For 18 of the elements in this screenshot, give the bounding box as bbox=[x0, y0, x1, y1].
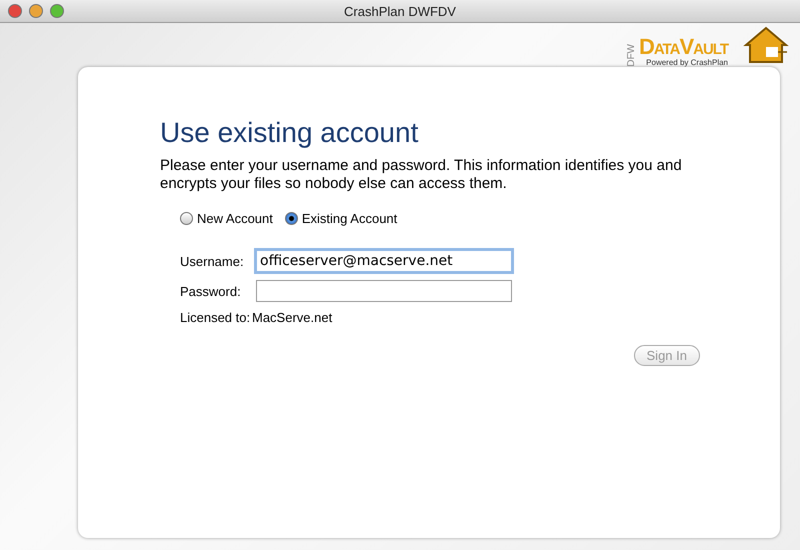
logo-tagline: Powered by CrashPlan bbox=[646, 58, 728, 67]
logo-wordmark: DataVault bbox=[638, 36, 728, 58]
account-type-radio[interactable]: New Account bbox=[180, 211, 273, 226]
zoom-button[interactable] bbox=[50, 4, 64, 18]
account-type-radio[interactable]: Existing Account bbox=[284, 211, 398, 226]
close-button[interactable] bbox=[8, 4, 22, 18]
intro-text: Please enter your username and password. This information identifies you and encrypts your files so nobody else can access them. bbox=[160, 157, 683, 193]
input-field[interactable] bbox=[256, 280, 512, 302]
heading: Use existing account bbox=[160, 117, 420, 149]
window-title: CrashPlan DWFDV bbox=[343, 4, 457, 18]
field-label: Password: bbox=[180, 284, 242, 298]
field-label: Username: bbox=[180, 254, 245, 268]
input-field[interactable]: officeserver@macserve.net bbox=[256, 250, 512, 272]
license-value: MacServe.net bbox=[252, 310, 334, 325]
house-icon bbox=[742, 25, 790, 65]
minimize-button[interactable] bbox=[29, 4, 43, 18]
license-label: Licensed to: bbox=[180, 310, 252, 325]
logo-text: DFW bbox=[626, 44, 637, 67]
